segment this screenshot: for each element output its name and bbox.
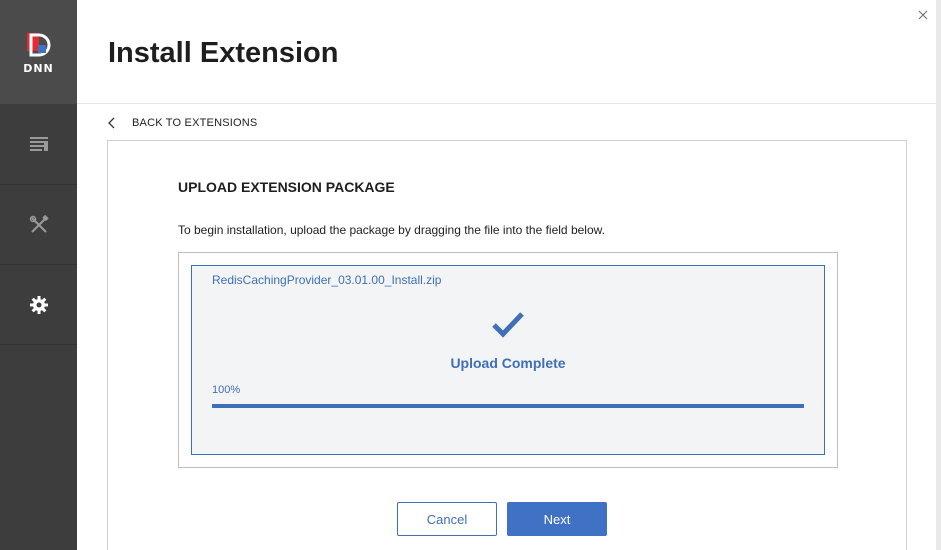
back-link-label: BACK TO EXTENSIONS xyxy=(132,117,258,129)
drop-zone[interactable]: RedisCachingProvider_03.01.00_Install.zi… xyxy=(178,252,838,468)
dnn-logo-icon xyxy=(26,32,50,56)
progress-percent: 100% xyxy=(212,384,241,396)
checkmark-icon xyxy=(492,312,524,338)
scrollbar-track[interactable] xyxy=(936,0,941,550)
uploaded-file-name: RedisCachingProvider_03.01.00_Install.zi… xyxy=(212,273,442,287)
logo-text: DNN xyxy=(23,61,54,75)
cancel-button[interactable]: Cancel xyxy=(397,502,497,536)
sidebar-item-tools[interactable] xyxy=(0,185,77,265)
upload-instructions: To begin installation, upload the packag… xyxy=(178,223,605,237)
close-icon[interactable] xyxy=(916,8,930,22)
next-button[interactable]: Next xyxy=(507,502,607,536)
page-title: Install Extension xyxy=(108,37,339,69)
back-to-extensions-link[interactable]: BACK TO EXTENSIONS xyxy=(107,113,257,133)
content-icon xyxy=(29,136,48,151)
sidebar-item-settings[interactable] xyxy=(0,265,77,345)
tools-icon xyxy=(29,214,49,233)
sidebar: DNN xyxy=(0,0,77,550)
dnn-logo[interactable]: DNN xyxy=(0,0,77,104)
progress-fill xyxy=(212,404,804,408)
sidebar-item-content[interactable] xyxy=(0,105,77,185)
header: Install Extension xyxy=(77,0,941,104)
upload-status-text: Upload Complete xyxy=(450,355,566,371)
upload-status-box: RedisCachingProvider_03.01.00_Install.zi… xyxy=(191,265,825,455)
settings-gear-icon xyxy=(29,295,48,314)
progress-bar xyxy=(212,404,804,408)
section-title: UPLOAD EXTENSION PACKAGE xyxy=(178,179,395,195)
chevron-left-icon xyxy=(108,117,115,129)
upload-panel: UPLOAD EXTENSION PACKAGE To begin instal… xyxy=(107,140,907,550)
